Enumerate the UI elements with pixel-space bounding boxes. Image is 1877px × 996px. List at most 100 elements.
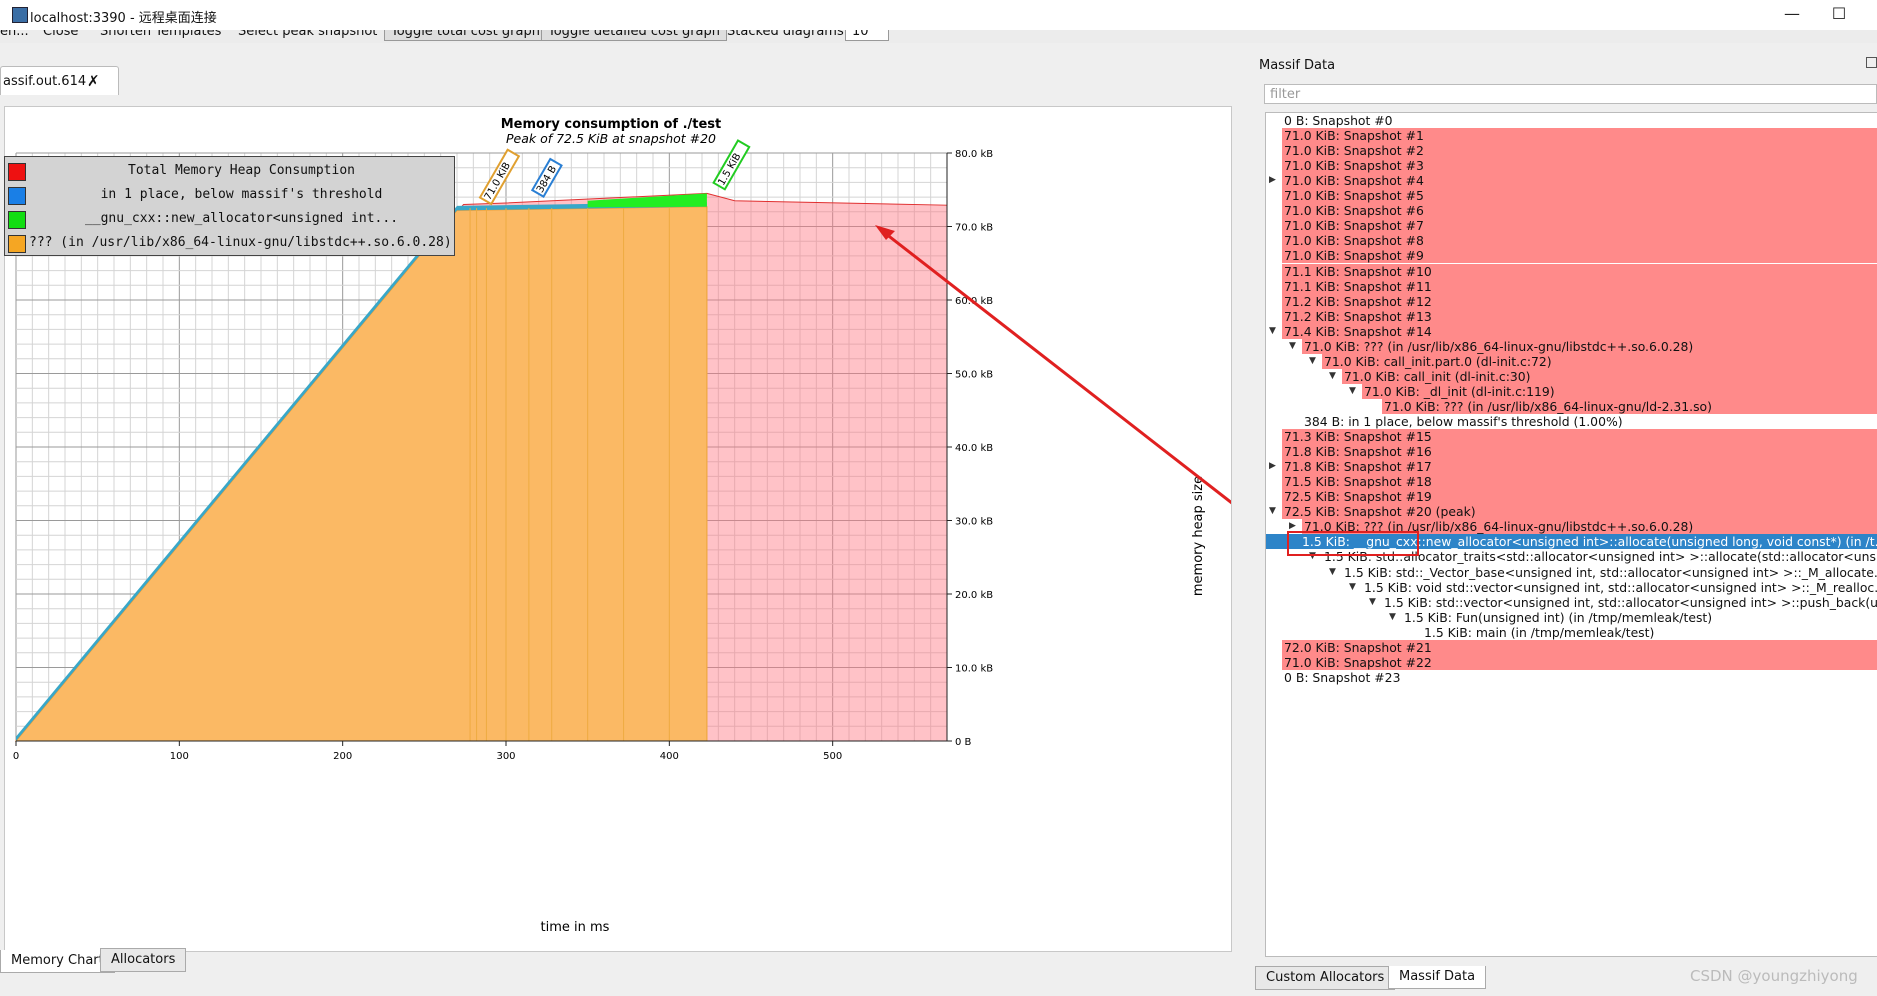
tree-row[interactable]: 1.5 KiB: Fun(unsigned int) (in /tmp/meml… [1402,610,1712,625]
y-tick-label: 0 B [955,737,972,748]
tree-row[interactable]: 71.5 KiB: Snapshot #18 [1282,474,1877,490]
filter-input[interactable]: filter [1264,84,1877,104]
tree-row[interactable]: 71.0 KiB: Snapshot #8 [1282,233,1877,249]
close-tab-icon[interactable]: ✗ [87,72,100,90]
highlight-box [1287,531,1419,556]
collapse-arrow-icon[interactable]: ▼ [1289,341,1296,351]
collapse-arrow-icon[interactable]: ▼ [1269,506,1276,516]
snapshot-annotation: 71.0 KiB [478,148,521,206]
tree-row[interactable]: 1.5 KiB: main (in /tmp/memleak/test) [1422,625,1654,640]
toggle-detailed-cost-button[interactable]: Toggle detailed cost graph [541,30,728,41]
tree-row[interactable]: 71.1 KiB: Snapshot #11 [1282,278,1877,294]
tree-row[interactable]: 71.0 KiB: Snapshot #6 [1282,203,1877,219]
window-titlebar: localhost:3390 - 远程桌面连接 — ☐ [0,0,1877,30]
x-tick-label: 500 [823,751,842,762]
collapse-arrow-icon[interactable]: ▼ [1329,567,1336,577]
x-tick-label: 200 [333,751,352,762]
y-tick-label: 50.0 kB [955,370,993,381]
tree-row[interactable]: 71.0 KiB: ??? (in /usr/lib/x86_64-linux-… [1302,338,1877,354]
legend-swatch [8,211,26,229]
tree-row[interactable]: 71.3 KiB: Snapshot #15 [1282,429,1877,445]
tab-massif-file[interactable]: assif.out.614 ✗ [0,66,119,95]
y-tick-label: 20.0 kB [955,590,993,601]
tab-allocators[interactable]: Allocators [100,948,187,972]
chart-subtitle: Peak of 72.5 KiB at snapshot #20 [506,131,716,146]
toolbar-select-peak[interactable]: Select peak snapshot [238,30,377,39]
collapse-arrow-icon[interactable]: ▼ [1309,356,1316,366]
tree-row[interactable]: 0 B: Snapshot #23 [1282,670,1400,685]
stacked-diagrams-spinbox[interactable]: 10 [845,30,889,41]
expand-arrow-icon[interactable]: ▶ [1289,521,1296,531]
remote-desktop-icon [12,7,28,23]
tree-row[interactable]: 71.2 KiB: Snapshot #13 [1282,308,1877,324]
tab-label: assif.out.614 [3,74,87,89]
collapse-arrow-icon[interactable]: ▼ [1349,386,1356,396]
legend-item: Total Memory Heap Consumption [5,159,454,183]
toolbar-open-item[interactable]: en... [0,30,29,39]
tree-row[interactable]: 1.5 KiB: void std::vector<unsigned int, … [1362,580,1877,595]
y-tick-label: 40.0 kB [955,443,993,454]
float-panel-icon[interactable] [1866,57,1877,68]
tree-row[interactable]: 71.0 KiB: Snapshot #22 [1282,654,1877,670]
legend-swatch [8,163,26,181]
legend-label: ??? (in /usr/lib/x86_64-linux-gnu/libstd… [29,235,452,250]
tree-row[interactable]: 71.0 KiB: Snapshot #3 [1282,158,1877,174]
tree-row[interactable]: 1.5 KiB: std::_Vector_base<unsigned int,… [1342,565,1877,580]
y-axis-label: memory heap size [1191,476,1206,596]
tree-row[interactable]: 71.0 KiB: call_init.part.0 (dl-init.c:72… [1322,353,1877,369]
tree-row[interactable]: 71.0 KiB: Snapshot #5 [1282,188,1877,204]
tree-row[interactable]: 71.2 KiB: Snapshot #12 [1282,293,1877,309]
tree-row[interactable]: 71.0 KiB: Snapshot #2 [1282,143,1877,159]
watermark: CSDN @youngzhiyong [1690,967,1858,985]
expand-arrow-icon[interactable]: ▶ [1269,461,1276,471]
tree-row[interactable]: 71.1 KiB: Snapshot #10 [1282,263,1877,279]
tree-row[interactable]: 1.5 KiB: std::vector<unsigned int, std::… [1382,595,1877,610]
tree-row[interactable]: 384 B: in 1 place, below massif's thresh… [1302,414,1623,429]
chart-title: Memory consumption of ./test [501,117,722,132]
y-tick-label: 30.0 kB [955,517,993,528]
new-allocator-area [587,193,707,208]
legend-swatch [8,235,26,253]
toolbar: en... Close Shorten Templates Select pea… [0,30,1877,43]
legend-swatch [8,187,26,205]
tree-row[interactable]: 71.8 KiB: Snapshot #17 [1282,459,1877,475]
toolbar-close-item[interactable]: Close [43,30,78,39]
collapse-arrow-icon[interactable]: ▼ [1269,326,1276,336]
tree-row[interactable]: 72.0 KiB: Snapshot #21 [1282,639,1877,655]
legend-item: in 1 place, below massif's threshold [5,183,454,207]
tab-massif-data[interactable]: Massif Data [1388,966,1487,989]
collapse-arrow-icon[interactable]: ▼ [1349,582,1356,592]
y-tick-label: 70.0 kB [955,223,993,234]
collapse-arrow-icon[interactable]: ▼ [1389,612,1396,622]
legend-label: in 1 place, below massif's threshold [100,187,383,202]
x-axis-label: time in ms [541,920,610,935]
legend-item: __gnu_cxx::new_allocator<unsigned int... [5,207,454,231]
tree-row[interactable]: 71.0 KiB: ??? (in /usr/lib/x86_64-linux-… [1382,398,1877,414]
tree-row[interactable]: 71.0 KiB: _dl_init (dl-init.c:119) [1362,383,1877,399]
toggle-total-cost-button[interactable]: Toggle total cost graph [384,30,547,41]
toolbar-shorten-templates[interactable]: Shorten Templates [100,30,221,39]
tree-row[interactable]: 71.0 KiB: Snapshot #7 [1282,218,1877,234]
libstdcxx-area [14,206,708,742]
tree-row[interactable]: 72.5 KiB: Snapshot #19 [1282,489,1877,505]
minimize-button[interactable]: — [1777,4,1807,23]
tree-row[interactable]: 71.0 KiB: Snapshot #1 [1282,128,1877,144]
stacked-diagrams-label: Stacked diagrams: [727,30,849,39]
tab-custom-allocators[interactable]: Custom Allocators [1255,966,1396,990]
collapse-arrow-icon[interactable]: ▼ [1369,597,1376,607]
tree-row[interactable]: 0 B: Snapshot #0 [1282,113,1393,128]
tree-row[interactable]: 71.8 KiB: Snapshot #16 [1282,444,1877,460]
tree-row[interactable]: 71.0 KiB: Snapshot #9 [1282,248,1877,264]
tab-memory-chart[interactable]: Memory Chart [0,950,115,973]
legend-label: Total Memory Heap Consumption [128,163,355,178]
tree-row[interactable]: 71.0 KiB: Snapshot #4 [1282,173,1877,189]
x-tick-label: 0 [13,751,19,762]
maximize-button[interactable]: ☐ [1824,4,1854,23]
x-tick-label: 400 [660,751,679,762]
expand-arrow-icon[interactable]: ▶ [1269,175,1276,185]
tree-row[interactable]: 71.4 KiB: Snapshot #14 [1282,323,1877,339]
tree-row[interactable]: 71.0 KiB: call_init (dl-init.c:30) [1342,368,1877,384]
y-tick-label: 80.0 kB [955,149,993,160]
tree-row[interactable]: 72.5 KiB: Snapshot #20 (peak) [1282,504,1877,520]
collapse-arrow-icon[interactable]: ▼ [1329,371,1336,381]
